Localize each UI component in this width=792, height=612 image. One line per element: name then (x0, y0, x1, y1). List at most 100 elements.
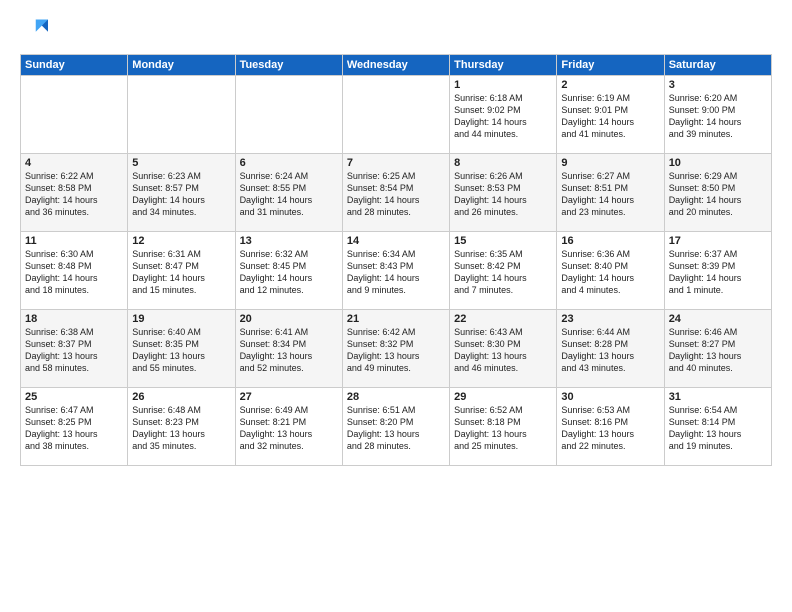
week-row-5: 25Sunrise: 6:47 AM Sunset: 8:25 PM Dayli… (21, 388, 772, 466)
day-info: Sunrise: 6:47 AM Sunset: 8:25 PM Dayligh… (25, 404, 123, 453)
day-cell: 4Sunrise: 6:22 AM Sunset: 8:58 PM Daylig… (21, 154, 128, 232)
day-cell (128, 76, 235, 154)
day-info: Sunrise: 6:41 AM Sunset: 8:34 PM Dayligh… (240, 326, 338, 375)
day-cell: 3Sunrise: 6:20 AM Sunset: 9:00 PM Daylig… (664, 76, 771, 154)
day-number: 17 (669, 235, 767, 247)
day-number: 14 (347, 235, 445, 247)
day-cell: 23Sunrise: 6:44 AM Sunset: 8:28 PM Dayli… (557, 310, 664, 388)
day-cell: 5Sunrise: 6:23 AM Sunset: 8:57 PM Daylig… (128, 154, 235, 232)
col-header-saturday: Saturday (664, 55, 771, 76)
day-number: 4 (25, 157, 123, 169)
day-info: Sunrise: 6:51 AM Sunset: 8:20 PM Dayligh… (347, 404, 445, 453)
day-cell: 20Sunrise: 6:41 AM Sunset: 8:34 PM Dayli… (235, 310, 342, 388)
day-info: Sunrise: 6:43 AM Sunset: 8:30 PM Dayligh… (454, 326, 552, 375)
day-number: 6 (240, 157, 338, 169)
day-cell: 11Sunrise: 6:30 AM Sunset: 8:48 PM Dayli… (21, 232, 128, 310)
day-info: Sunrise: 6:37 AM Sunset: 8:39 PM Dayligh… (669, 248, 767, 297)
day-info: Sunrise: 6:31 AM Sunset: 8:47 PM Dayligh… (132, 248, 230, 297)
day-cell: 24Sunrise: 6:46 AM Sunset: 8:27 PM Dayli… (664, 310, 771, 388)
day-cell: 17Sunrise: 6:37 AM Sunset: 8:39 PM Dayli… (664, 232, 771, 310)
day-info: Sunrise: 6:20 AM Sunset: 9:00 PM Dayligh… (669, 92, 767, 141)
day-number: 9 (561, 157, 659, 169)
day-number: 30 (561, 391, 659, 403)
day-info: Sunrise: 6:38 AM Sunset: 8:37 PM Dayligh… (25, 326, 123, 375)
day-number: 31 (669, 391, 767, 403)
day-cell: 2Sunrise: 6:19 AM Sunset: 9:01 PM Daylig… (557, 76, 664, 154)
day-number: 12 (132, 235, 230, 247)
day-number: 19 (132, 313, 230, 325)
day-cell: 19Sunrise: 6:40 AM Sunset: 8:35 PM Dayli… (128, 310, 235, 388)
day-number: 26 (132, 391, 230, 403)
day-info: Sunrise: 6:35 AM Sunset: 8:42 PM Dayligh… (454, 248, 552, 297)
day-number: 5 (132, 157, 230, 169)
day-info: Sunrise: 6:25 AM Sunset: 8:54 PM Dayligh… (347, 170, 445, 219)
day-number: 24 (669, 313, 767, 325)
day-cell: 21Sunrise: 6:42 AM Sunset: 8:32 PM Dayli… (342, 310, 449, 388)
day-number: 21 (347, 313, 445, 325)
day-info: Sunrise: 6:22 AM Sunset: 8:58 PM Dayligh… (25, 170, 123, 219)
day-cell: 6Sunrise: 6:24 AM Sunset: 8:55 PM Daylig… (235, 154, 342, 232)
day-info: Sunrise: 6:32 AM Sunset: 8:45 PM Dayligh… (240, 248, 338, 297)
logo-icon (20, 16, 48, 44)
day-cell: 13Sunrise: 6:32 AM Sunset: 8:45 PM Dayli… (235, 232, 342, 310)
day-cell: 9Sunrise: 6:27 AM Sunset: 8:51 PM Daylig… (557, 154, 664, 232)
day-cell: 28Sunrise: 6:51 AM Sunset: 8:20 PM Dayli… (342, 388, 449, 466)
day-info: Sunrise: 6:46 AM Sunset: 8:27 PM Dayligh… (669, 326, 767, 375)
week-row-3: 11Sunrise: 6:30 AM Sunset: 8:48 PM Dayli… (21, 232, 772, 310)
day-info: Sunrise: 6:54 AM Sunset: 8:14 PM Dayligh… (669, 404, 767, 453)
day-info: Sunrise: 6:18 AM Sunset: 9:02 PM Dayligh… (454, 92, 552, 141)
day-info: Sunrise: 6:34 AM Sunset: 8:43 PM Dayligh… (347, 248, 445, 297)
day-info: Sunrise: 6:44 AM Sunset: 8:28 PM Dayligh… (561, 326, 659, 375)
day-info: Sunrise: 6:36 AM Sunset: 8:40 PM Dayligh… (561, 248, 659, 297)
day-cell: 16Sunrise: 6:36 AM Sunset: 8:40 PM Dayli… (557, 232, 664, 310)
day-cell: 30Sunrise: 6:53 AM Sunset: 8:16 PM Dayli… (557, 388, 664, 466)
col-header-sunday: Sunday (21, 55, 128, 76)
day-number: 15 (454, 235, 552, 247)
day-number: 29 (454, 391, 552, 403)
day-cell: 1Sunrise: 6:18 AM Sunset: 9:02 PM Daylig… (450, 76, 557, 154)
day-number: 13 (240, 235, 338, 247)
day-cell: 18Sunrise: 6:38 AM Sunset: 8:37 PM Dayli… (21, 310, 128, 388)
day-info: Sunrise: 6:30 AM Sunset: 8:48 PM Dayligh… (25, 248, 123, 297)
week-row-1: 1Sunrise: 6:18 AM Sunset: 9:02 PM Daylig… (21, 76, 772, 154)
day-info: Sunrise: 6:42 AM Sunset: 8:32 PM Dayligh… (347, 326, 445, 375)
day-number: 8 (454, 157, 552, 169)
day-cell (342, 76, 449, 154)
header (20, 16, 772, 44)
col-header-thursday: Thursday (450, 55, 557, 76)
day-number: 2 (561, 79, 659, 91)
col-header-wednesday: Wednesday (342, 55, 449, 76)
day-cell: 15Sunrise: 6:35 AM Sunset: 8:42 PM Dayli… (450, 232, 557, 310)
day-info: Sunrise: 6:52 AM Sunset: 8:18 PM Dayligh… (454, 404, 552, 453)
day-number: 28 (347, 391, 445, 403)
day-cell: 7Sunrise: 6:25 AM Sunset: 8:54 PM Daylig… (342, 154, 449, 232)
day-number: 23 (561, 313, 659, 325)
day-number: 18 (25, 313, 123, 325)
day-number: 27 (240, 391, 338, 403)
day-info: Sunrise: 6:27 AM Sunset: 8:51 PM Dayligh… (561, 170, 659, 219)
day-info: Sunrise: 6:40 AM Sunset: 8:35 PM Dayligh… (132, 326, 230, 375)
day-number: 3 (669, 79, 767, 91)
day-info: Sunrise: 6:19 AM Sunset: 9:01 PM Dayligh… (561, 92, 659, 141)
day-cell: 26Sunrise: 6:48 AM Sunset: 8:23 PM Dayli… (128, 388, 235, 466)
day-cell: 29Sunrise: 6:52 AM Sunset: 8:18 PM Dayli… (450, 388, 557, 466)
day-cell: 25Sunrise: 6:47 AM Sunset: 8:25 PM Dayli… (21, 388, 128, 466)
day-cell: 10Sunrise: 6:29 AM Sunset: 8:50 PM Dayli… (664, 154, 771, 232)
day-info: Sunrise: 6:24 AM Sunset: 8:55 PM Dayligh… (240, 170, 338, 219)
day-cell: 8Sunrise: 6:26 AM Sunset: 8:53 PM Daylig… (450, 154, 557, 232)
col-header-monday: Monday (128, 55, 235, 76)
calendar-table: SundayMondayTuesdayWednesdayThursdayFrid… (20, 54, 772, 466)
day-info: Sunrise: 6:23 AM Sunset: 8:57 PM Dayligh… (132, 170, 230, 219)
day-number: 16 (561, 235, 659, 247)
day-number: 11 (25, 235, 123, 247)
day-info: Sunrise: 6:29 AM Sunset: 8:50 PM Dayligh… (669, 170, 767, 219)
day-number: 22 (454, 313, 552, 325)
day-number: 1 (454, 79, 552, 91)
day-info: Sunrise: 6:48 AM Sunset: 8:23 PM Dayligh… (132, 404, 230, 453)
day-number: 20 (240, 313, 338, 325)
day-cell: 12Sunrise: 6:31 AM Sunset: 8:47 PM Dayli… (128, 232, 235, 310)
day-number: 25 (25, 391, 123, 403)
day-cell (21, 76, 128, 154)
day-cell (235, 76, 342, 154)
header-row: SundayMondayTuesdayWednesdayThursdayFrid… (21, 55, 772, 76)
